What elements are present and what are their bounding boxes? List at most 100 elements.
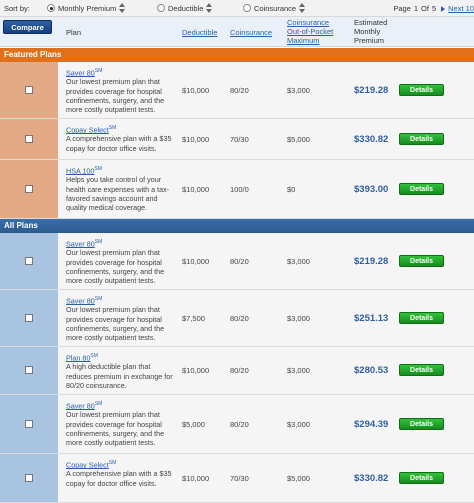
plan-desc-line: provides coverage for hospital (66, 86, 162, 96)
compare-checkbox[interactable] (25, 420, 33, 428)
header-oop-line: Coinsurance (287, 18, 330, 27)
plan-row: Saver 80SM Our lowest premium plan that pr… (0, 395, 474, 454)
oop-max-value: $3,000 (287, 257, 310, 266)
plan-description: Plan 80SM A high deductible plan that redu… (66, 352, 176, 390)
sort-option-label: Monthly Premium (58, 3, 117, 13)
plan-name-line: Saver 80SM (66, 295, 176, 305)
oop-max-value: $3,000 (287, 314, 310, 323)
sort-option-label: Coinsurance (254, 3, 297, 13)
oop-max-value: $0 (287, 185, 296, 194)
deductible-value: $10,000 (182, 366, 210, 375)
details-button[interactable]: Details (399, 133, 444, 145)
header-oop-maximum[interactable]: Coinsurance Out-of-Pocket Maximum (287, 18, 333, 45)
next-page-link[interactable]: Next 10 (448, 4, 474, 13)
plan-row: Copay SelectSM A comprehensive plan with … (0, 454, 474, 503)
details-button[interactable]: Details (399, 312, 444, 324)
header-coinsurance[interactable]: Coinsurance (230, 28, 272, 37)
plan-desc-line: 80/20 coinsurance. (66, 380, 127, 390)
details-button[interactable]: Details (399, 418, 444, 430)
compare-checkbox[interactable] (25, 474, 33, 482)
deductible-value: $10,000 (182, 185, 210, 194)
plan-desc-line: A comprehensive plan with a $35 (66, 134, 172, 144)
plan-description: HSA 100SM Helps you take control of your h… (66, 165, 176, 212)
radio-icon[interactable] (157, 4, 165, 12)
plan-name-line: Plan 80SM (66, 352, 176, 362)
plan-row: Copay SelectSM A comprehensive plan with … (0, 119, 474, 160)
compare-checkbox[interactable] (25, 135, 33, 143)
premium-value: $330.82 (354, 134, 389, 145)
table-header: Compare Plan Deductible Coinsurance Coin… (0, 17, 474, 47)
sort-option-deductible[interactable]: Deductible (157, 3, 213, 13)
premium-value: $294.39 (354, 419, 389, 430)
plan-desc-line: copay for doctor office visits. (66, 478, 157, 488)
compare-cell (0, 347, 58, 394)
oop-max-value: $3,000 (287, 420, 310, 429)
coinsurance-value: 80/20 (230, 420, 249, 429)
compare-cell (0, 62, 58, 118)
sort-bar: Sort by: Monthly Premium Deductible Coin… (0, 0, 474, 17)
plan-description: Saver 80SM Our lowest premium plan that pr… (66, 67, 176, 114)
details-button[interactable]: Details (399, 472, 444, 484)
pager-page-label: Page (393, 4, 411, 13)
details-button[interactable]: Details (399, 364, 444, 376)
plan-description: Saver 80SM Our lowest premium plan that pr… (66, 295, 176, 342)
plan-name-link[interactable]: Saver 80 (66, 401, 95, 410)
deductible-value: $10,000 (182, 474, 210, 483)
plan-desc-line: quality medical coverage. (66, 202, 148, 212)
plan-desc-line: reduces premium in exchange for (66, 371, 173, 381)
compare-checkbox[interactable] (25, 257, 33, 265)
compare-cell (0, 119, 58, 159)
premium-value: $393.00 (354, 184, 389, 195)
compare-button[interactable]: Compare (3, 20, 52, 34)
details-button[interactable]: Details (399, 84, 444, 96)
compare-cell (0, 454, 58, 502)
radio-selected-icon[interactable] (47, 4, 55, 12)
plan-name-link[interactable]: Plan 80 (66, 353, 90, 362)
plan-name-link[interactable]: Saver 80 (66, 296, 95, 305)
radio-icon[interactable] (243, 4, 251, 12)
featured-plans-header: Featured Plans (0, 48, 474, 62)
oop-max-value: $3,000 (287, 366, 310, 375)
sort-arrows-icon (119, 3, 126, 13)
pager-of-label: Of (421, 4, 429, 13)
plan-name-link[interactable]: Copay Select (66, 125, 109, 134)
plan-name-link[interactable]: HSA 100 (66, 166, 94, 175)
compare-checkbox[interactable] (25, 86, 33, 94)
sort-option-label: Deductible (168, 3, 204, 13)
plan-description: Saver 80SM Our lowest premium plan that pr… (66, 400, 176, 447)
compare-checkbox[interactable] (25, 185, 33, 193)
sort-arrows-icon (206, 3, 213, 13)
plan-desc-line: more costly outpatient tests. (66, 332, 156, 342)
compare-checkbox[interactable] (25, 366, 33, 374)
pager-total: 5 (431, 4, 437, 13)
plan-name-link[interactable]: Saver 80 (66, 68, 95, 77)
sort-arrows-icon (299, 3, 306, 13)
sort-option-coinsurance[interactable]: Coinsurance (243, 3, 306, 13)
plan-desc-line: provides coverage for hospital (66, 257, 162, 267)
plan-name-line: Copay SelectSM (66, 124, 176, 134)
plan-name-link[interactable]: Copay Select (66, 460, 109, 469)
plan-desc-line: more costly outpatient tests. (66, 275, 156, 285)
header-premium: Estimated Monthly Premium (354, 18, 387, 45)
header-deductible[interactable]: Deductible (182, 28, 217, 37)
oop-max-value: $5,000 (287, 135, 310, 144)
coinsurance-value: 100/0 (230, 185, 249, 194)
details-button[interactable]: Details (399, 255, 444, 267)
plan-desc-line: favored savings account and (66, 193, 158, 203)
service-mark: SM (108, 125, 117, 131)
plan-row: Saver 80SM Our lowest premium plan that pr… (0, 233, 474, 290)
plan-description: Copay SelectSM A comprehensive plan with … (66, 459, 176, 488)
compare-checkbox[interactable] (25, 314, 33, 322)
deductible-value: $5,000 (182, 420, 205, 429)
plan-name-line: HSA 100SM (66, 165, 176, 175)
sort-option-monthly-premium[interactable]: Monthly Premium (47, 3, 126, 13)
plan-desc-line: provides coverage for hospital (66, 419, 162, 429)
service-mark: SM (94, 296, 103, 302)
plan-name-link[interactable]: Saver 80 (66, 239, 95, 248)
details-button[interactable]: Details (399, 183, 444, 195)
plan-desc-line: more costly outpatient tests. (66, 437, 156, 447)
next-arrow-icon[interactable] (441, 5, 446, 12)
coinsurance-value: 70/30 (230, 474, 249, 483)
service-mark: SM (90, 353, 98, 359)
plan-row: Plan 80SM A high deductible plan that redu… (0, 347, 474, 395)
